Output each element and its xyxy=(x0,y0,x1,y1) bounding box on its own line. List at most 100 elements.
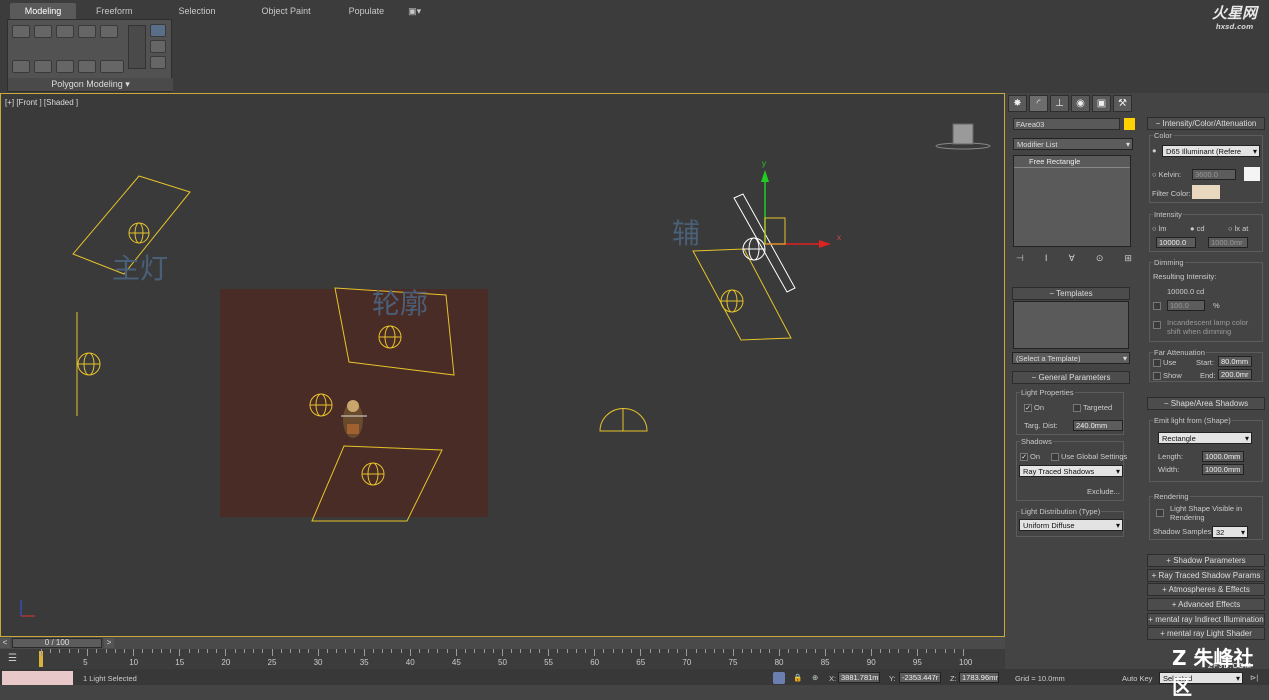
modify-mode-icon[interactable] xyxy=(12,60,30,73)
cd-radio[interactable]: ● cd xyxy=(1190,224,1205,233)
next-modifier-icon[interactable] xyxy=(56,60,74,73)
end-spinner[interactable]: 200.0mr xyxy=(1218,369,1252,380)
modifier-stack[interactable]: Free Rectangle xyxy=(1013,155,1131,247)
stack-item-free-rectangle[interactable]: Free Rectangle xyxy=(1014,156,1130,168)
start-spinner[interactable]: 80.0mm xyxy=(1218,356,1252,367)
use-global-checkbox[interactable]: Use Global Settings xyxy=(1051,452,1127,462)
viewcube[interactable] xyxy=(935,123,991,150)
create-tab-icon[interactable]: ✸ xyxy=(1008,95,1027,112)
timeline-tick-label: 55 xyxy=(544,658,553,667)
distribution-dropdown[interactable]: Uniform Diffuse xyxy=(1019,519,1123,531)
exclude-button[interactable]: Exclude... xyxy=(1087,487,1120,496)
isolate-icon[interactable] xyxy=(773,672,785,684)
pin-stack-icon[interactable]: ⊣ xyxy=(1016,253,1024,264)
rollout-indirect-illum[interactable]: + mental ray Indirect Illumination xyxy=(1147,613,1265,626)
shadow-type-dropdown[interactable]: Ray Traced Shadows xyxy=(1019,465,1123,477)
length-spinner[interactable]: 1000.0mm xyxy=(1202,451,1244,462)
time-slider[interactable]: < 0 / 100 > xyxy=(0,637,1005,649)
filter-color-swatch[interactable] xyxy=(1192,185,1220,199)
tab-freeform[interactable]: Freeform xyxy=(88,3,141,19)
track-bar[interactable]: ☰ 5 10 15 20 25 30 35 40 45 50 55 60 65 70 75 80 85 90 95 1… xyxy=(0,649,1005,669)
vertex-icon[interactable] xyxy=(12,25,30,38)
collapse-stack-icon[interactable] xyxy=(150,40,166,53)
dim-percent-spinner[interactable]: 100.0 xyxy=(1167,300,1205,311)
display-tab-icon[interactable]: ▣ xyxy=(1092,95,1111,112)
shape-shadows-header[interactable]: − Shape/Area Shadows xyxy=(1147,397,1265,410)
dimming-checkbox[interactable] xyxy=(1153,301,1163,311)
remove-modifier-icon[interactable]: ⊙ xyxy=(1096,253,1104,264)
intensity-spinner[interactable]: 10000.0 xyxy=(1156,237,1196,248)
configure-sets-icon[interactable]: ⊞ xyxy=(1124,253,1132,264)
rollout-shadow-params[interactable]: + Shadow Parameters xyxy=(1147,554,1265,567)
rollout-light-shader[interactable]: + mental ray Light Shader xyxy=(1147,627,1265,640)
general-params-header[interactable]: − General Parameters xyxy=(1012,371,1130,384)
width-spinner[interactable]: 1000.0mm xyxy=(1202,464,1244,475)
previous-modifier-icon[interactable] xyxy=(34,60,52,73)
shape-dropdown[interactable]: Rectangle xyxy=(1158,432,1252,444)
border-icon[interactable] xyxy=(56,25,74,38)
targ-dist-spinner[interactable]: 240.0mm xyxy=(1073,420,1123,431)
maxscript-listener[interactable] xyxy=(2,671,73,685)
prev-frame-icon[interactable]: < xyxy=(0,638,10,648)
show-checkbox[interactable]: Show xyxy=(1153,371,1182,381)
preserve-uvs-icon[interactable] xyxy=(78,60,96,73)
templates-header[interactable]: − Templates xyxy=(1012,287,1130,300)
show-end-result-icon[interactable] xyxy=(150,24,166,37)
intensity-header[interactable]: − Intensity/Color/Attenuation xyxy=(1147,117,1265,130)
lock-icon[interactable]: 🔒 xyxy=(793,673,802,682)
x-coordinate[interactable]: 3881.781m xyxy=(838,672,880,683)
next-frame-icon[interactable]: > xyxy=(104,638,114,648)
kelvin-radio[interactable]: ○ Kelvin: xyxy=(1152,170,1181,179)
y-coordinate[interactable]: -2353.447r xyxy=(899,672,941,683)
shadows-on-checkbox[interactable]: ✓ On xyxy=(1020,452,1040,462)
tab-selection[interactable]: Selection xyxy=(171,3,224,19)
make-unique-icon[interactable]: ∀ xyxy=(1069,253,1075,264)
modifier-list-dropdown[interactable]: Modifier List xyxy=(1013,138,1133,150)
rollout-advanced-effects[interactable]: + Advanced Effects xyxy=(1147,598,1265,611)
rollout-raytraced-params[interactable]: + Ray Traced Shadow Params xyxy=(1147,569,1265,582)
tab-object-paint[interactable]: Object Paint xyxy=(254,3,319,19)
make-unique-icon[interactable] xyxy=(150,56,166,69)
incandescent-checkbox[interactable] xyxy=(1153,320,1163,330)
panel-label[interactable]: Polygon Modeling ▾ xyxy=(8,78,173,91)
transform-mode-icon[interactable]: ⊕ xyxy=(812,673,818,682)
timeline-tick xyxy=(428,649,430,653)
hierarchy-tab-icon[interactable]: ⊥ xyxy=(1050,95,1069,112)
show-end-result-icon[interactable]: Ⅰ xyxy=(1045,253,1048,264)
light-shape-visible-checkbox[interactable] xyxy=(1156,508,1166,518)
use-checkbox[interactable]: Use xyxy=(1153,358,1176,368)
edge-icon[interactable] xyxy=(34,25,52,38)
intensity-label: Intensity xyxy=(1153,210,1183,219)
tab-modeling[interactable]: Modeling xyxy=(10,3,76,19)
settings-icon[interactable] xyxy=(100,60,124,73)
rollout-atmospheres[interactable]: + Atmospheres & Effects xyxy=(1147,583,1265,596)
front-viewport[interactable]: [+] [Front ] [Shaded ] y x 主灯 轮廓 辅 xyxy=(0,93,1005,637)
side-light xyxy=(76,312,101,416)
tab-populate[interactable]: Populate xyxy=(341,3,393,19)
lm-radio[interactable]: ○ lm xyxy=(1152,224,1167,233)
z-coordinate[interactable]: 1783.96mr xyxy=(959,672,999,683)
light-on-checkbox[interactable]: ✓ On xyxy=(1024,403,1044,413)
auto-key-button[interactable]: Auto Key xyxy=(1122,674,1152,683)
object-name-field[interactable]: FArea03 xyxy=(1013,118,1120,130)
illuminant-radio[interactable]: ● xyxy=(1152,146,1157,155)
lx-spinner[interactable]: 1000.0mr xyxy=(1208,237,1248,248)
ribbon-options-icon[interactable]: ▣▾ xyxy=(400,3,429,19)
shadow-samples-dropdown[interactable]: 32 xyxy=(1212,526,1248,538)
object-color-swatch[interactable] xyxy=(1124,118,1135,130)
polygon-icon[interactable] xyxy=(78,25,96,38)
move-gizmo[interactable] xyxy=(761,170,831,248)
targeted-checkbox[interactable]: Targeted xyxy=(1073,403,1112,413)
lx-radio[interactable]: ○ lx at xyxy=(1228,224,1248,233)
frame-indicator[interactable]: 0 / 100 xyxy=(12,638,102,648)
modify-tab-icon[interactable]: ◜ xyxy=(1029,95,1048,112)
kelvin-spinner[interactable]: 3600.0 xyxy=(1192,169,1236,180)
template-dropdown[interactable]: (Select a Template) xyxy=(1012,352,1130,364)
timeline-tick xyxy=(621,649,623,653)
motion-tab-icon[interactable]: ◉ xyxy=(1071,95,1090,112)
illuminant-dropdown[interactable]: D65 Illuminant (Refere xyxy=(1162,145,1260,157)
templates-list[interactable] xyxy=(1013,301,1129,349)
element-icon[interactable] xyxy=(100,25,118,38)
track-menu-icon[interactable]: ☰ xyxy=(8,653,17,664)
utilities-tab-icon[interactable]: ⚒ xyxy=(1113,95,1132,112)
